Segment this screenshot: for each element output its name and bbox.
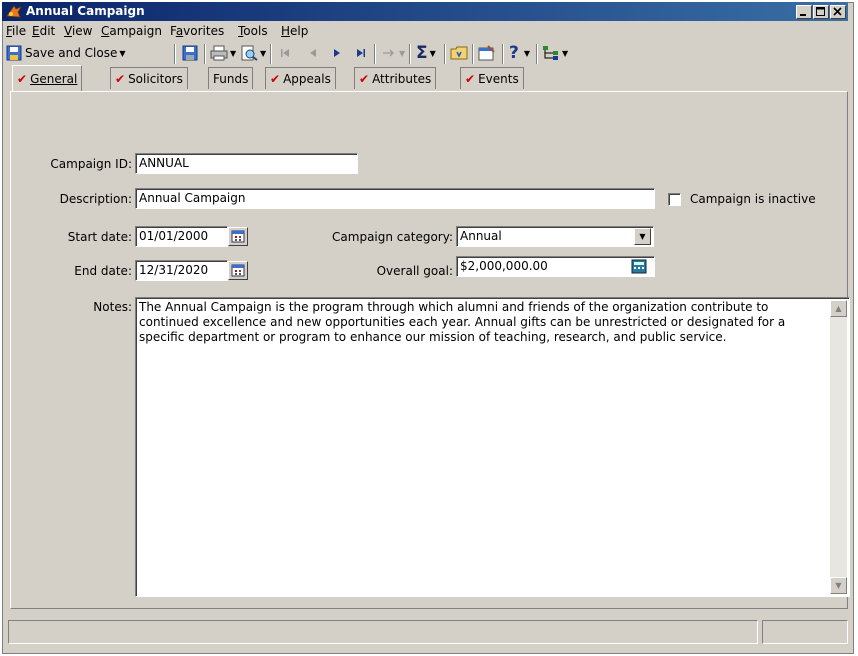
minimize-icon: [800, 14, 806, 16]
calendar-icon: [231, 264, 245, 277]
end-date-calendar-button[interactable]: [228, 261, 248, 280]
chevron-down-icon[interactable]: ▼: [562, 49, 568, 58]
chevron-down-icon[interactable]: ▼: [230, 49, 236, 58]
notes-scrollbar[interactable]: ▲ ▼: [830, 300, 847, 594]
tree-icon: [543, 46, 558, 60]
notes-label: Notes:: [93, 300, 132, 314]
status-pane-main: [8, 620, 758, 644]
notes-text: The Annual Campaign is the program throu…: [139, 300, 786, 344]
previous-record-icon: [310, 49, 316, 57]
description-label: Description:: [59, 192, 132, 206]
sum-button[interactable]: Σ ▼: [416, 42, 436, 64]
campaign-category-label: Campaign category:: [332, 230, 453, 244]
end-date-field[interactable]: 12/31/2020: [135, 260, 228, 281]
menu-file[interactable]: File: [6, 24, 26, 38]
next-record-button[interactable]: [330, 42, 344, 64]
start-date-label: Start date:: [67, 230, 132, 244]
properties-icon: [478, 45, 495, 61]
checkmark-icon: ✔: [17, 71, 28, 86]
print-button[interactable]: ▼: [210, 42, 236, 64]
save-and-close-button[interactable]: Save and Close ▼: [6, 42, 126, 64]
tab-appeals[interactable]: ✔ Appeals: [265, 67, 336, 89]
help-button[interactable]: ? ▼: [509, 42, 530, 64]
last-record-button[interactable]: [354, 42, 368, 64]
chevron-down-icon[interactable]: ▼: [430, 49, 436, 58]
save-close-icon: [6, 45, 22, 61]
menu-help[interactable]: Help: [281, 24, 308, 38]
campaign-category-select[interactable]: Annual: [456, 226, 654, 247]
menu-favorites[interactable]: Favorites: [170, 24, 224, 38]
properties-button[interactable]: [478, 42, 496, 64]
start-date-calendar-button[interactable]: [228, 227, 248, 246]
minimize-button[interactable]: [796, 5, 812, 19]
checkmark-icon: ✔: [270, 71, 281, 86]
title-bar[interactable]: Annual Campaign: [2, 2, 848, 21]
campaign-inactive-checkbox[interactable]: [668, 193, 681, 206]
close-button[interactable]: [830, 5, 846, 19]
chevron-down-icon[interactable]: ▼: [399, 49, 405, 58]
tab-events[interactable]: ✔ Events: [460, 67, 524, 89]
sum-icon: Σ: [416, 43, 428, 63]
help-icon: ?: [509, 43, 519, 63]
end-date-label: End date:: [74, 264, 132, 278]
menu-tools[interactable]: Tools: [238, 24, 268, 38]
checkmark-icon: ✔: [465, 71, 476, 86]
chevron-down-icon[interactable]: ▼: [119, 49, 125, 58]
last-record-icon: [357, 49, 365, 57]
tab-attributes[interactable]: ✔ Attributes: [354, 67, 437, 89]
campaign-app-icon: [6, 4, 22, 19]
print-icon: [210, 45, 228, 61]
campaign-id-field[interactable]: ANNUAL: [135, 153, 358, 174]
campaign-inactive-label: Campaign is inactive: [690, 192, 816, 206]
tab-general[interactable]: ✔ General: [12, 65, 83, 91]
start-date-field[interactable]: 01/01/2000: [135, 226, 228, 247]
scroll-up-icon[interactable]: ▲: [830, 300, 847, 317]
scroll-down-icon[interactable]: ▼: [830, 577, 847, 594]
folder-icon: [450, 46, 468, 60]
notes-textarea[interactable]: The Annual Campaign is the program throu…: [135, 297, 850, 597]
menu-view[interactable]: View: [64, 24, 92, 38]
chevron-down-icon[interactable]: ▼: [524, 49, 530, 58]
chevron-down-icon[interactable]: ▼: [634, 228, 651, 245]
checkmark-icon: ✔: [115, 71, 126, 86]
go-to-button[interactable]: ▼: [381, 42, 405, 64]
calculator-icon: [631, 259, 647, 274]
status-bar: [4, 616, 850, 648]
menu-campaign[interactable]: Campaign: [101, 24, 162, 38]
close-icon: [833, 7, 842, 16]
description-field[interactable]: Annual Campaign: [135, 188, 655, 209]
menu-edit[interactable]: Edit: [32, 24, 55, 38]
checkmark-icon: ✔: [359, 71, 370, 86]
maximize-icon: [816, 7, 825, 16]
next-record-icon: [334, 49, 340, 57]
save-button[interactable]: [182, 42, 198, 64]
maximize-button[interactable]: [813, 5, 829, 19]
campaign-id-label: Campaign ID:: [50, 157, 132, 171]
folder-button[interactable]: [450, 42, 468, 64]
chevron-down-icon[interactable]: ▼: [260, 49, 266, 58]
go-to-icon: [383, 49, 394, 57]
tab-funds[interactable]: Funds: [208, 67, 254, 89]
tab-solicitors[interactable]: ✔ Solicitors: [110, 67, 188, 89]
toolbar: Save and Close ▼ ▼ ▼ ▼ Σ ▼ ? ▼ ▼: [4, 42, 850, 66]
overall-goal-label: Overall goal:: [376, 264, 453, 278]
save-icon: [182, 45, 198, 61]
tree-view-button[interactable]: ▼: [542, 42, 568, 64]
calculator-button[interactable]: [630, 258, 650, 277]
calendar-icon: [231, 230, 245, 243]
first-record-button[interactable]: [278, 42, 292, 64]
print-preview-button[interactable]: ▼: [240, 42, 266, 64]
previous-record-button[interactable]: [306, 42, 320, 64]
status-pane-right: [762, 620, 848, 644]
window-title: Annual Campaign: [26, 4, 145, 18]
print-preview-icon: [241, 45, 258, 61]
overall-goal-field[interactable]: $2,000,000.00: [456, 256, 655, 277]
first-record-icon: [281, 49, 289, 57]
